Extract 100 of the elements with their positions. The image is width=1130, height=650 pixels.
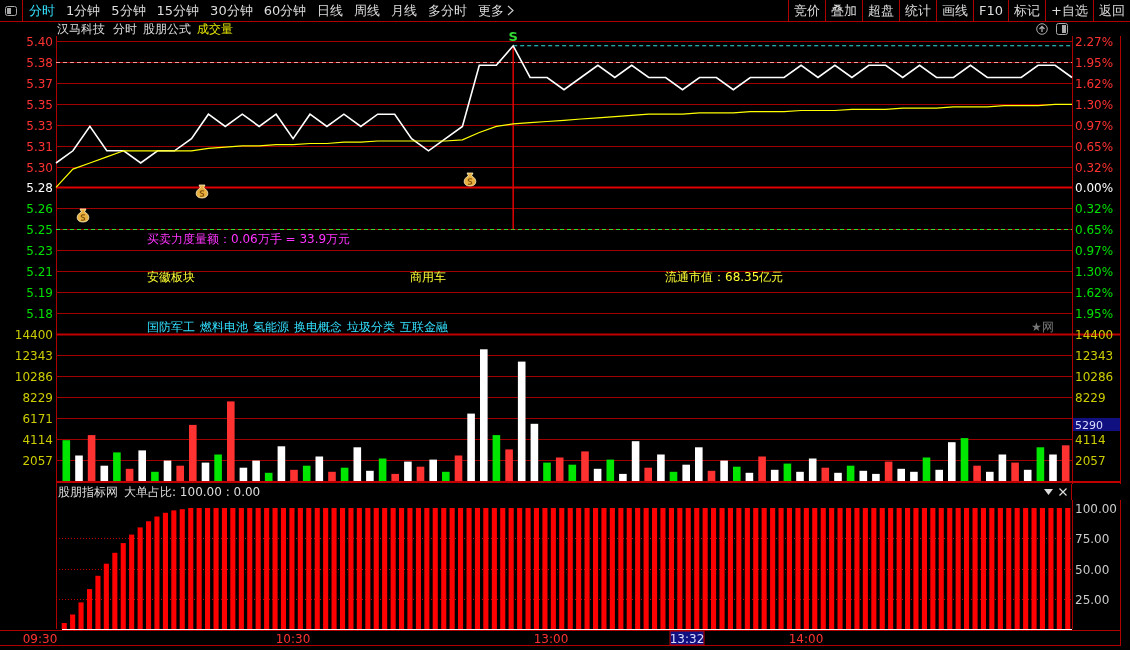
indicator-bar bbox=[95, 575, 101, 629]
volume-bar bbox=[897, 468, 905, 482]
percent-axis-label: 1.30% bbox=[1075, 98, 1114, 112]
formula-label: 股朋公式 bbox=[143, 22, 191, 36]
volume-bar bbox=[454, 455, 463, 481]
percent-axis-label: 0.97% bbox=[1075, 244, 1114, 258]
volume-bar bbox=[960, 438, 969, 481]
volume-bar bbox=[783, 463, 792, 481]
caret-down-icon[interactable] bbox=[1044, 489, 1053, 495]
period-tab[interactable]: 月线 bbox=[391, 0, 418, 21]
volume-bar bbox=[733, 466, 741, 481]
volume-bar bbox=[758, 456, 766, 481]
volume-bar bbox=[998, 454, 1007, 481]
panel-icon[interactable] bbox=[1056, 23, 1068, 35]
concept-link[interactable]: 垃圾分类 bbox=[347, 320, 395, 334]
volume-bar bbox=[631, 441, 640, 481]
percent-axis-label: 2.27% bbox=[1075, 35, 1114, 49]
volume-bar bbox=[328, 471, 336, 481]
signal-marker: S bbox=[508, 28, 518, 44]
volume-bar bbox=[353, 447, 362, 481]
percent-axis-label: 0.32% bbox=[1075, 202, 1114, 216]
indicator-bar bbox=[103, 563, 109, 629]
percent-axis-label: 0.32% bbox=[1075, 161, 1114, 175]
volume-bar bbox=[302, 465, 311, 481]
volume-bar bbox=[695, 447, 703, 481]
period-tab[interactable]: 5分钟 bbox=[111, 0, 146, 21]
period-tab[interactable]: 60分钟 bbox=[263, 0, 307, 21]
volume-bar bbox=[75, 455, 83, 481]
concept-link[interactable]: 国防军工 bbox=[147, 320, 195, 334]
volume-bar bbox=[1061, 445, 1070, 481]
volume-bar bbox=[657, 454, 665, 481]
volume-bar bbox=[1036, 447, 1045, 481]
chevron-right-icon[interactable] bbox=[507, 5, 515, 16]
concept-link[interactable]: 燃料电池 bbox=[200, 320, 248, 334]
period-label: 分时 bbox=[113, 22, 137, 36]
concept-link[interactable]: 换电概念 bbox=[294, 320, 342, 334]
circle-arrow-up-icon[interactable] bbox=[1036, 23, 1048, 35]
period-tab[interactable]: 多分时 bbox=[428, 0, 468, 21]
volume-bar bbox=[391, 473, 399, 481]
time-axis-label: 13:00 bbox=[533, 632, 569, 646]
volume-axis-label: 12343 bbox=[1075, 349, 1114, 363]
period-tab[interactable]: 15分钟 bbox=[156, 0, 200, 21]
volume-bar bbox=[151, 471, 159, 481]
volume-bar bbox=[1011, 462, 1019, 481]
volume-bar bbox=[644, 467, 652, 481]
close-icon[interactable] bbox=[1059, 488, 1067, 496]
volume-bar bbox=[593, 468, 602, 482]
percent-axis-label: 1.62% bbox=[1075, 286, 1114, 300]
period-tab[interactable]: 30分钟 bbox=[210, 0, 253, 21]
stock-name: 汉马科技 bbox=[57, 22, 105, 36]
percent-axis-label: 0.65% bbox=[1075, 223, 1114, 237]
price-axis-label: 5.38 bbox=[26, 56, 53, 70]
cursor-time-label: 13:32 bbox=[669, 630, 705, 646]
volume-bar bbox=[821, 467, 830, 481]
volume-bar bbox=[404, 461, 412, 481]
concept-link[interactable]: 互联金融 bbox=[400, 320, 448, 334]
time-axis-label: 10:30 bbox=[275, 632, 311, 646]
indicator-label: 成交量 bbox=[197, 22, 233, 36]
volume-bar bbox=[492, 435, 501, 481]
time-axis-label: 09:30 bbox=[22, 632, 58, 646]
volume-bar bbox=[239, 467, 248, 481]
price-axis-label: 5.19 bbox=[26, 286, 53, 300]
indicator-bar bbox=[70, 614, 76, 629]
volume-bar bbox=[201, 462, 210, 481]
indicator-reading: 大单占比: 100.00 : 0.00 bbox=[124, 483, 261, 501]
more-button[interactable]: 更多 bbox=[478, 1, 505, 20]
source-mark: ★网 bbox=[1031, 320, 1054, 334]
volume-axis-label: 4114 bbox=[1075, 433, 1106, 447]
volume-bar bbox=[378, 458, 387, 481]
panel-toggle-icon[interactable] bbox=[5, 5, 17, 16]
period-tab[interactable]: 周线 bbox=[354, 0, 381, 21]
volume-bar bbox=[922, 457, 931, 481]
volume-axis-label: 8229 bbox=[1075, 391, 1106, 405]
indicator-axis-label: 100.00 bbox=[1075, 502, 1117, 516]
percent-axis-label: 0.65% bbox=[1075, 140, 1114, 154]
volume-bar bbox=[745, 472, 754, 481]
market-cap-text: 流通市值：68.35亿元 bbox=[665, 270, 784, 284]
period-tab[interactable]: 日线 bbox=[317, 0, 344, 21]
volume-bar bbox=[252, 460, 260, 481]
volume-bar bbox=[986, 471, 994, 481]
volume-axis-label: 14400 bbox=[14, 328, 53, 342]
volume-bar bbox=[872, 473, 880, 481]
period-tab[interactable]: 1分钟 bbox=[66, 0, 101, 21]
volume-axis-label: 10286 bbox=[1075, 370, 1114, 384]
volume-bar bbox=[770, 469, 779, 481]
volume-bar bbox=[113, 452, 121, 481]
volume-bar bbox=[1049, 454, 1057, 481]
volume-axis-label: 8229 bbox=[22, 391, 53, 405]
volume-axis-label: 12343 bbox=[14, 349, 53, 363]
price-axis-label: 5.30 bbox=[26, 161, 53, 175]
volume-bar bbox=[442, 471, 450, 481]
volume-bar bbox=[707, 470, 716, 481]
concept-link[interactable]: 氢能源 bbox=[253, 320, 289, 334]
volume-bar bbox=[264, 472, 273, 481]
volume-bar bbox=[176, 465, 184, 481]
volume-bar bbox=[429, 459, 437, 481]
volume-bar bbox=[505, 449, 513, 481]
volume-bar bbox=[366, 470, 374, 481]
volume-bar bbox=[555, 457, 564, 481]
period-tab[interactable]: 分时 bbox=[29, 0, 55, 21]
